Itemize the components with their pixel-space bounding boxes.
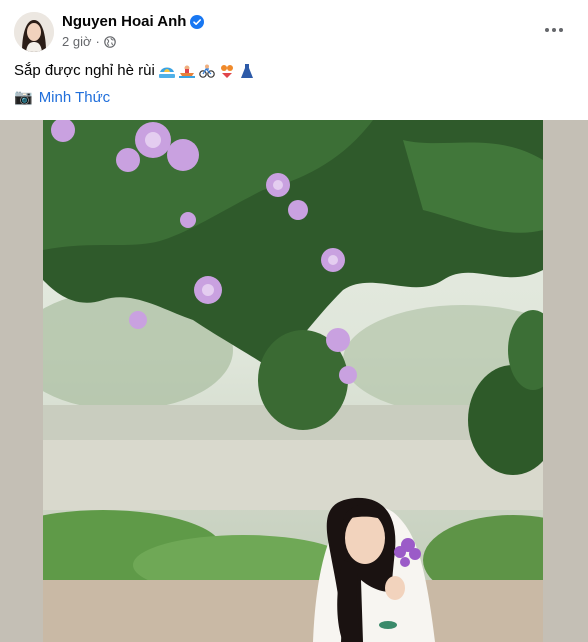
more-dot — [559, 28, 563, 32]
more-dot — [552, 28, 556, 32]
author-name[interactable]: Nguyen Hoai Anh — [62, 13, 186, 30]
bikini-icon — [220, 64, 233, 78]
post-time[interactable]: 2 giờ — [62, 34, 92, 49]
post-meta: 2 giờ · — [62, 34, 116, 49]
avatar[interactable] — [14, 12, 54, 52]
photo-image — [43, 120, 543, 642]
post-photo-frame — [0, 120, 588, 642]
photo-credit: 📷 Minh Thức — [14, 88, 110, 107]
camera-icon: 📷 — [14, 89, 33, 106]
meta-separator: · — [95, 34, 100, 49]
author-row: Nguyen Hoai Anh — [62, 13, 205, 30]
bicycle-icon — [198, 64, 215, 78]
beach-umbrella-icon — [158, 67, 175, 78]
more-options-icon[interactable] — [540, 18, 568, 42]
verified-badge-icon — [190, 14, 205, 29]
caption-text: Sắp được nghỉ hè rùi — [14, 62, 155, 79]
credit-link[interactable]: Minh Thức — [39, 89, 110, 106]
post-header: Nguyen Hoai Anh 2 giờ · Sắp được nghỉ hè… — [0, 0, 588, 120]
dress-icon — [240, 63, 253, 78]
more-dot — [545, 28, 549, 32]
avatar-image — [14, 12, 54, 52]
globe-icon[interactable] — [104, 35, 116, 48]
rowboat-icon — [178, 65, 195, 78]
post-caption: Sắp được nghỉ hè rùi — [14, 62, 255, 79]
post-photo[interactable] — [43, 120, 543, 642]
